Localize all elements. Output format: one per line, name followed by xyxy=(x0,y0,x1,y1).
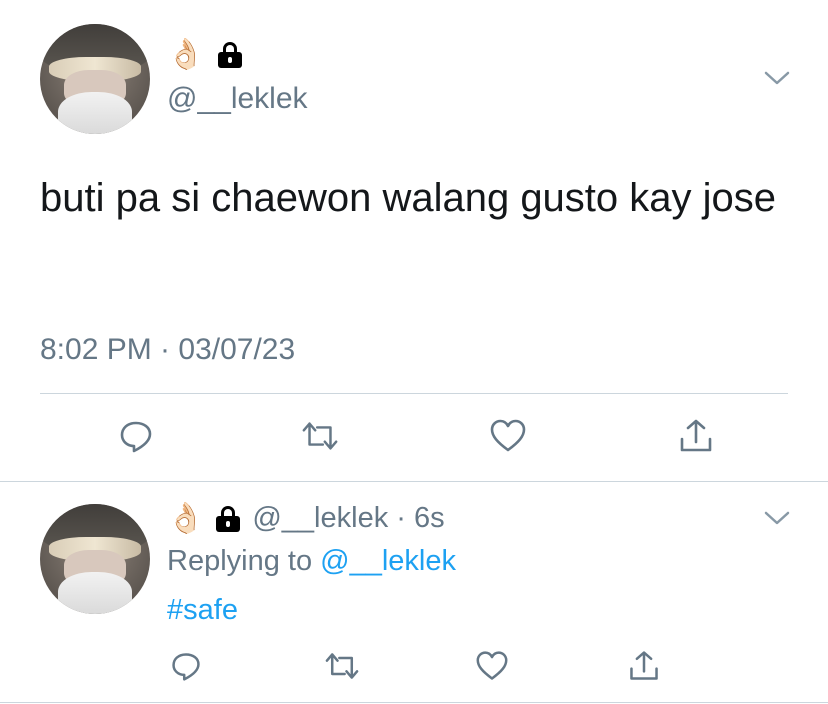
divider xyxy=(40,393,788,394)
lock-icon xyxy=(218,42,243,68)
share-icon xyxy=(630,651,658,680)
bottom-divider xyxy=(0,702,828,703)
reply-name-row: 👌🏻 @__leklek · 6s xyxy=(167,502,445,535)
hashtag-link[interactable]: #safe xyxy=(167,594,238,627)
reply-button[interactable] xyxy=(116,416,156,456)
tweet-text: buti pa si chaewon walang gusto kay jose xyxy=(40,176,777,220)
replying-handle-link[interactable]: @__leklek xyxy=(320,545,456,577)
like-icon xyxy=(476,651,508,680)
reply-avatar[interactable] xyxy=(40,504,150,614)
chevron-down-icon[interactable] xyxy=(763,68,791,88)
reply-icon xyxy=(120,421,152,453)
share-button[interactable] xyxy=(624,646,664,686)
replying-prefix: Replying to xyxy=(167,545,321,577)
main-name-row: 👌🏻 xyxy=(167,38,243,71)
ok-hand-emoji: 👌🏻 xyxy=(167,501,205,535)
tweet-timestamp[interactable]: 8:02 PM · 03/07/23 xyxy=(40,333,295,367)
retweet-button[interactable] xyxy=(300,416,340,456)
avatar[interactable] xyxy=(40,24,150,134)
reply-handle-time[interactable]: @__leklek · 6s xyxy=(252,502,444,535)
retweet-icon xyxy=(325,653,359,679)
retweet-icon xyxy=(302,422,338,450)
like-button[interactable] xyxy=(472,646,512,686)
share-icon xyxy=(680,419,712,452)
ok-hand-emoji: 👌🏻 xyxy=(167,38,205,71)
section-divider xyxy=(0,481,828,482)
chevron-down-icon[interactable] xyxy=(763,508,791,528)
retweet-button[interactable] xyxy=(322,646,362,686)
reply-button[interactable] xyxy=(166,646,206,686)
share-button[interactable] xyxy=(676,416,716,456)
like-icon xyxy=(490,419,526,452)
reply-icon xyxy=(172,653,200,681)
like-button[interactable] xyxy=(488,416,528,456)
replying-to: Replying to @__leklek xyxy=(167,545,456,578)
lock-icon xyxy=(216,505,241,532)
main-handle[interactable]: @__leklek xyxy=(167,82,308,116)
